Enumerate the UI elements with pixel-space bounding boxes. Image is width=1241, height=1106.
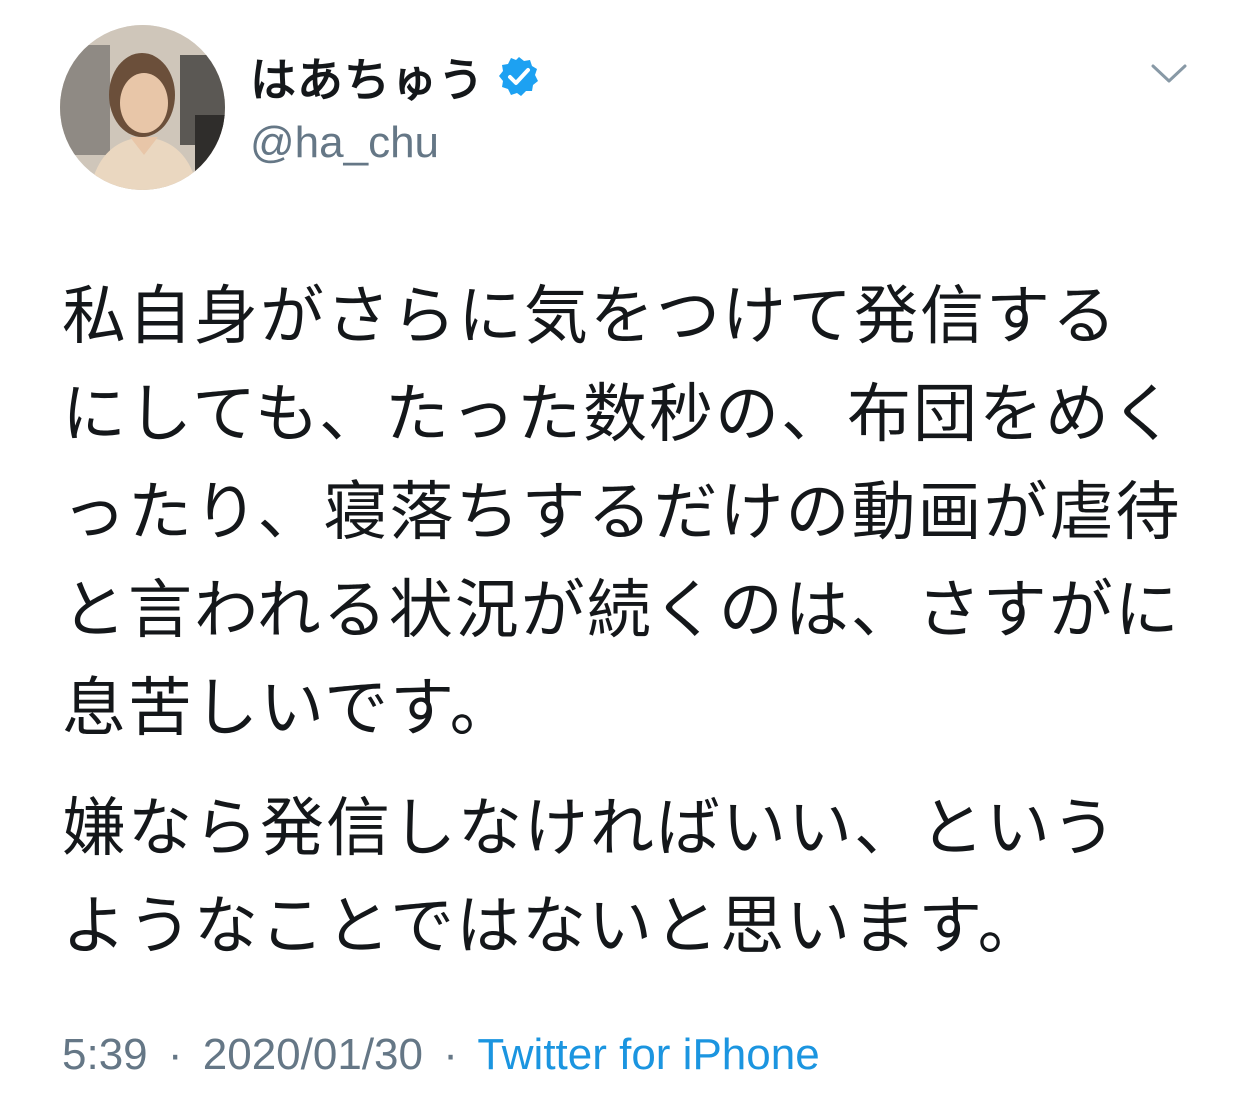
user-handle[interactable]: @ha_chu bbox=[250, 118, 541, 168]
tweet-date[interactable]: 2020/01/30 bbox=[203, 1030, 423, 1079]
tweet-time[interactable]: 5:39 bbox=[62, 1030, 148, 1079]
meta-separator: · bbox=[443, 1030, 458, 1079]
avatar[interactable] bbox=[60, 25, 225, 190]
tweet-source-link[interactable]: Twitter for iPhone bbox=[477, 1030, 819, 1079]
tweet-meta: 5:39 · 2020/01/30 · Twitter for iPhone bbox=[62, 1030, 820, 1080]
verified-badge-icon bbox=[497, 55, 541, 99]
meta-separator: · bbox=[167, 1030, 183, 1079]
display-name-row: はあちゅう bbox=[250, 42, 541, 112]
tweet-card: はあちゅう @ha_chu 私自身がさらに気をつけて発信するにしても、たった数秒… bbox=[0, 0, 1241, 1106]
display-name[interactable]: はあちゅう bbox=[250, 44, 485, 110]
avatar-photo bbox=[60, 25, 225, 190]
author-info[interactable]: はあちゅう @ha_chu bbox=[250, 42, 541, 168]
chevron-down-icon[interactable] bbox=[1150, 62, 1188, 86]
tweet-paragraph-1: 私自身がさらに気をつけて発信するにしても、たった数秒の、布団をめくったり、寝落ち… bbox=[62, 280, 1182, 746]
tweet-paragraph-2: 嫌なら発信しなければいい、というようなことではないと思います。 bbox=[62, 792, 1118, 964]
tweet-body: 私自身がさらに気をつけて発信するにしても、たった数秒の、布団をめくったり、寝落ち… bbox=[62, 268, 1182, 976]
